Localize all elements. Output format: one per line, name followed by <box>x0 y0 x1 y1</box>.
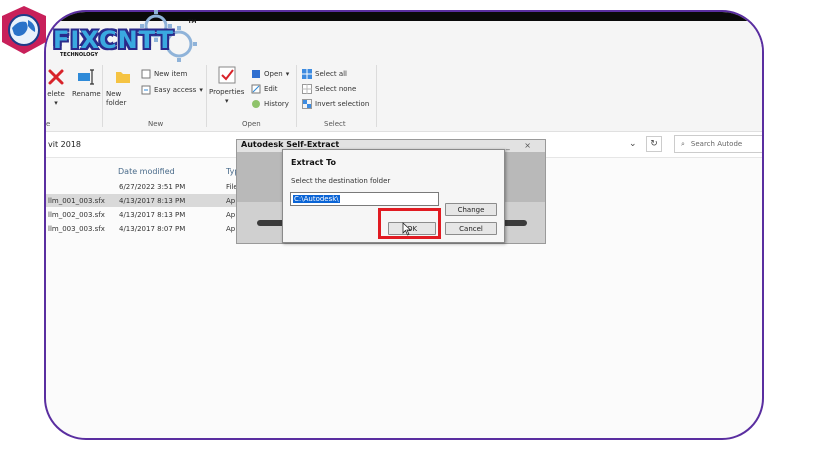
invert-selection-label: Invert selection <box>315 100 370 108</box>
edit-icon <box>251 84 261 94</box>
select-all-icon <box>302 69 312 79</box>
delete-label: elete <box>47 90 65 98</box>
chevron-down-icon[interactable]: ⌄ <box>629 139 637 149</box>
file-date: 4/13/2017 8:13 PM <box>119 211 186 219</box>
group-label-select: Select <box>324 120 346 128</box>
easy-access-button[interactable]: Easy access ▾ <box>141 85 203 95</box>
file-type: Ap <box>226 211 236 219</box>
open-icon <box>251 69 261 79</box>
new-folder-label: New folder <box>106 90 127 107</box>
search-icon: ⌕ <box>681 139 685 148</box>
open-label: Open <box>264 70 283 78</box>
properties-label: Properties <box>209 88 245 96</box>
logo-trademark: TM <box>188 19 197 25</box>
group-label-organize: e <box>46 120 51 128</box>
edit-button[interactable]: Edit <box>251 84 278 94</box>
refresh-icon[interactable]: ↻ <box>646 136 662 152</box>
file-name: llm_003_003.sfx <box>48 225 105 233</box>
ribbon-divider <box>296 65 297 127</box>
ribbon-divider <box>376 65 377 127</box>
file-date: 4/13/2017 8:07 PM <box>119 225 186 233</box>
table-row[interactable]: 6/27/2022 3:51 PM File <box>46 180 246 193</box>
edit-label: Edit <box>264 85 278 93</box>
file-type: Ap <box>226 197 236 205</box>
fixcntt-logo: FIXCNTT TECHNOLOGY TM <box>0 2 215 74</box>
easy-access-label: Easy access <box>154 86 197 94</box>
logo-tagline: TECHNOLOGY <box>60 52 98 58</box>
properties-icon <box>217 65 237 85</box>
history-label: History <box>264 100 289 108</box>
table-row[interactable]: llm_001_003.sfx 4/13/2017 8:13 PM Ap <box>46 194 246 207</box>
screen-frame: elete ▾ Rename New folder New item Easy … <box>44 10 764 440</box>
open-button[interactable]: Open ▾ <box>251 69 289 79</box>
window-controls[interactable]: _ × <box>506 141 537 150</box>
history-icon <box>251 99 261 109</box>
file-date: 4/13/2017 8:13 PM <box>119 197 186 205</box>
select-none-button[interactable]: Select none <box>302 84 356 94</box>
search-input[interactable]: ⌕ Search Autode <box>674 135 762 153</box>
file-name: llm_001_003.sfx <box>48 197 105 205</box>
search-placeholder: Search Autode <box>690 140 743 148</box>
invert-selection-icon <box>302 99 312 109</box>
mouse-cursor-icon <box>402 222 412 238</box>
group-label-open: Open <box>242 120 261 128</box>
table-row[interactable]: llm_003_003.sfx 4/13/2017 8:07 PM Ap <box>46 222 246 235</box>
ribbon-divider <box>102 65 103 127</box>
select-none-label: Select none <box>315 85 357 93</box>
dialog-title: Extract To <box>291 158 337 167</box>
select-all-label: Select all <box>315 70 347 78</box>
invert-selection-button[interactable]: Invert selection <box>302 99 369 109</box>
file-date: 6/27/2022 3:51 PM <box>119 183 186 191</box>
dialog-instruction: Select the destination folder <box>291 177 391 185</box>
history-button[interactable]: History <box>251 99 289 109</box>
column-header-date-modified[interactable]: Date modified <box>118 167 175 176</box>
cancel-button[interactable]: Cancel <box>445 222 497 235</box>
ribbon-divider <box>206 65 207 127</box>
select-none-icon <box>302 84 312 94</box>
file-name: llm_002_003.sfx <box>48 211 105 219</box>
select-all-button[interactable]: Select all <box>302 69 347 79</box>
logo-wordmark: FIXCNTT <box>53 26 174 54</box>
table-row[interactable]: llm_002_003.sfx 4/13/2017 8:13 PM Ap <box>46 208 246 221</box>
group-label-new: New <box>148 120 164 128</box>
change-button[interactable]: Change <box>445 203 497 216</box>
file-type: Ap <box>226 225 236 233</box>
destination-path-value: C:\Autodesk\ <box>293 195 340 203</box>
destination-path-input[interactable]: C:\Autodesk\ <box>290 192 439 206</box>
address-path[interactable]: vit 2018 <box>48 140 81 149</box>
easy-access-icon <box>141 85 151 95</box>
rename-label: Rename <box>72 90 101 98</box>
